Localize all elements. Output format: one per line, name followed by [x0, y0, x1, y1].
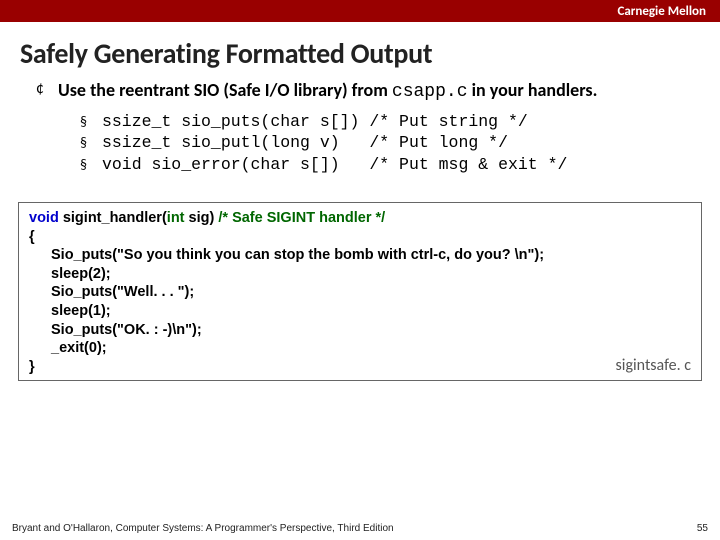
comment: /* Safe SIGINT handler */	[214, 210, 385, 226]
bullet-text: Use the reentrant SIO (Safe I/O library)…	[58, 79, 597, 104]
sio-line: void sio_error(char s[]) /* Put msg & ex…	[102, 155, 567, 175]
slide-body: ¢ Use the reentrant SIO (Safe I/O librar…	[0, 79, 720, 174]
bullet-suffix: in your handlers.	[468, 79, 598, 101]
bullet-mark-square: §	[80, 112, 102, 132]
code-line: }	[29, 358, 691, 377]
slide-number: 55	[697, 523, 708, 534]
sio-line: ssize_t sio_putl(long v) /* Put long */	[102, 133, 508, 153]
code-line: {	[29, 228, 691, 247]
code-line: sleep(2);	[29, 265, 691, 284]
param: sig	[185, 210, 210, 226]
header-bar: Carnegie Mellon	[0, 0, 720, 22]
bullet-mark-hollow-circle: ¢	[36, 79, 58, 104]
bullet-inline-code: csapp.c	[392, 82, 468, 102]
code-line: void sigint_handler(int sig) /* Safe SIG…	[29, 209, 691, 228]
keyword-void: void	[29, 210, 59, 226]
function-name: sigint_handler	[63, 210, 162, 226]
keyword-int: int	[167, 210, 185, 226]
sio-line: ssize_t sio_puts(char s[]) /* Put string…	[102, 112, 528, 132]
bullet-level2: § ssize_t sio_putl(long v) /* Put long *…	[80, 133, 692, 153]
slide: Carnegie Mellon Safely Generating Format…	[0, 0, 720, 540]
code-line: Sio_puts("OK. : -)\n");	[29, 321, 691, 340]
bullet-mark-square: §	[80, 133, 102, 153]
code-box: void sigint_handler(int sig) /* Safe SIG…	[18, 202, 702, 381]
code-line: Sio_puts("Well. . . ");	[29, 283, 691, 302]
bullet-level2: § void sio_error(char s[]) /* Put msg & …	[80, 155, 692, 175]
slide-title: Safely Generating Formatted Output	[0, 22, 720, 79]
bullet-mark-square: §	[80, 155, 102, 175]
bullet-level2: § ssize_t sio_puts(char s[]) /* Put stri…	[80, 112, 692, 132]
code-line: _exit(0);	[29, 339, 691, 358]
bullet-prefix: Use the reentrant SIO (Safe I/O library)…	[58, 79, 392, 101]
code-source-label: sigintsafe. c	[616, 356, 691, 376]
sublist: § ssize_t sio_puts(char s[]) /* Put stri…	[80, 112, 692, 175]
bullet-level1: ¢ Use the reentrant SIO (Safe I/O librar…	[36, 79, 692, 104]
code-line: sleep(1);	[29, 302, 691, 321]
code-line: Sio_puts("So you think you can stop the …	[29, 246, 691, 265]
slide-footer: Bryant and O'Hallaron, Computer Systems:…	[12, 523, 708, 534]
footer-citation: Bryant and O'Hallaron, Computer Systems:…	[12, 523, 394, 534]
brand-label: Carnegie Mellon	[617, 4, 706, 19]
